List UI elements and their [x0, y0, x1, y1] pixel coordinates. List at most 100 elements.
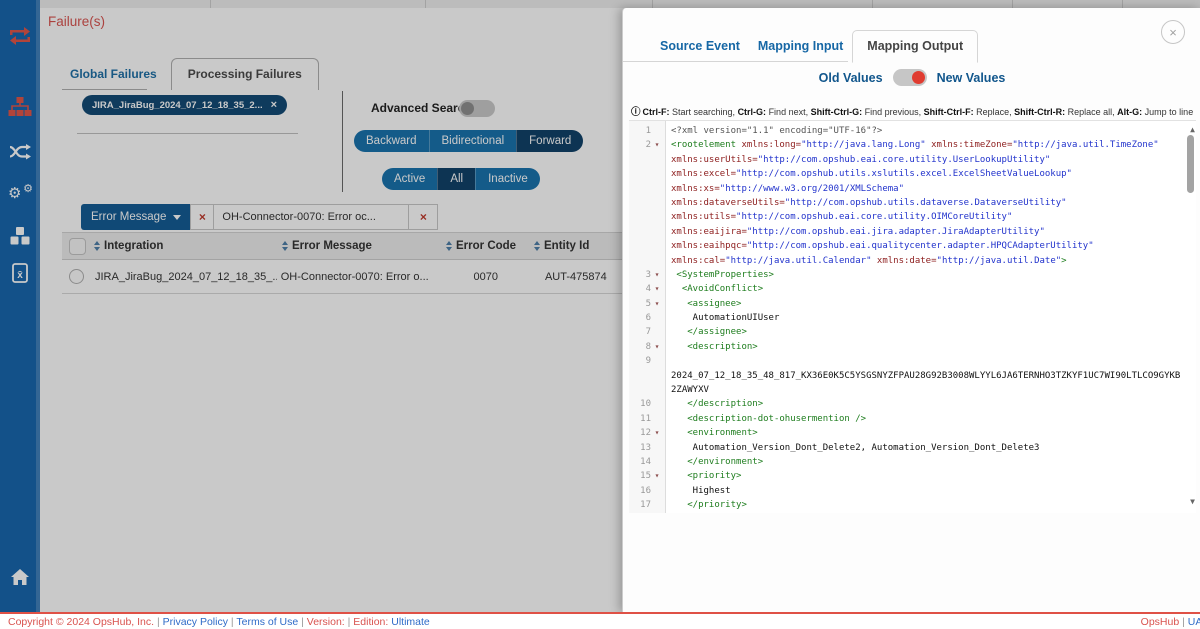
fold-icon[interactable]: ▾	[651, 469, 663, 483]
code-line: 12▾ <environment>	[629, 426, 1196, 440]
fold-icon	[651, 455, 663, 469]
line-number: 13	[629, 441, 651, 455]
fold-icon[interactable]: ▾	[651, 340, 663, 354]
line-number	[629, 239, 651, 253]
line-number	[629, 225, 651, 239]
line-number	[629, 383, 651, 397]
code-line: xmlns:utils="http://com.opshub.eai.core.…	[629, 210, 1196, 224]
fold-icon	[651, 254, 663, 268]
fold-icon	[651, 325, 663, 339]
fold-icon	[651, 153, 663, 167]
info-icon: ⓘ	[631, 107, 641, 118]
footer-left: Copyright © 2024 OpsHub, Inc. | Privacy …	[8, 616, 430, 628]
modal-tab-mapping-input[interactable]: Mapping Input	[749, 39, 852, 62]
fold-icon[interactable]: ▾	[651, 426, 663, 440]
close-icon[interactable]: ×	[1161, 20, 1185, 44]
scroll-down-icon[interactable]: ▼	[1190, 495, 1195, 509]
code-line: xmlns:dataverseUtils="http://com.opshub.…	[629, 196, 1196, 210]
fold-icon	[651, 196, 663, 210]
code-line: 2ZAWYXV	[629, 383, 1196, 397]
line-number: 15	[629, 469, 651, 483]
code-line: 9	[629, 354, 1196, 368]
fold-icon	[651, 225, 663, 239]
fold-icon	[651, 210, 663, 224]
code-line: 4▾ <AvoidConflict>	[629, 282, 1196, 296]
line-number: 5	[629, 297, 651, 311]
code-line: 6 AutomationUIUser	[629, 311, 1196, 325]
code-line: 15▾ <priority>	[629, 469, 1196, 483]
line-number: 8	[629, 340, 651, 354]
line-number: 7	[629, 325, 651, 339]
values-toggle-row: Old Values New Values	[623, 69, 1200, 86]
line-number: 17	[629, 498, 651, 512]
footer-text: Ultimate	[391, 616, 430, 628]
fold-icon[interactable]: ▾	[651, 297, 663, 311]
fold-icon	[651, 354, 663, 368]
line-number	[629, 167, 651, 181]
values-toggle[interactable]	[893, 69, 927, 86]
footer-text: Copyright © 2024 OpsHub, Inc.	[8, 616, 154, 628]
code-line: xmlns:cal="http://java.util.Calendar" xm…	[629, 254, 1196, 268]
fold-icon	[651, 311, 663, 325]
code-line: 14 </environment>	[629, 455, 1196, 469]
fold-icon	[651, 124, 663, 138]
footer: Copyright © 2024 OpsHub, Inc. | Privacy …	[0, 612, 1200, 629]
footer-link-privacy-policy[interactable]: Privacy Policy	[163, 616, 228, 628]
footer-text: |	[298, 616, 307, 628]
scrollbar-thumb[interactable]	[1187, 135, 1194, 193]
line-number: 3	[629, 268, 651, 282]
footer-link-terms-of-use[interactable]: Terms of Use	[236, 616, 298, 628]
footer-text: Edition:	[353, 616, 391, 628]
fold-icon[interactable]: ▾	[651, 268, 663, 282]
line-number	[629, 210, 651, 224]
editor-scrollbar[interactable]: ▲ ▼	[1184, 121, 1196, 513]
line-number	[629, 153, 651, 167]
fold-icon	[651, 484, 663, 498]
modal-tab-mapping-output[interactable]: Mapping Output	[852, 30, 978, 63]
code-line: 2024_07_12_18_35_48_817_KX36E0K5C5YSGSNY…	[629, 369, 1196, 383]
line-number	[629, 196, 651, 210]
fold-icon[interactable]: ▾	[651, 282, 663, 296]
fold-icon	[651, 167, 663, 181]
modal-tab-source-event[interactable]: Source Event	[651, 39, 749, 62]
code-line: xmlns:excel="http://com.opshub.utils.xsl…	[629, 167, 1196, 181]
footer-text: |	[345, 616, 354, 628]
line-number: 1	[629, 124, 651, 138]
footer-text: OpsHub	[1141, 616, 1180, 628]
code-line: 13 Automation_Version_Dont_Delete2, Auto…	[629, 441, 1196, 455]
fold-icon	[651, 369, 663, 383]
footer-text: |	[1179, 616, 1188, 628]
code-line: xmlns:userUtils="http://com.opshub.eai.c…	[629, 153, 1196, 167]
code-line: 11 <description-dot-ohusermention />	[629, 412, 1196, 426]
fold-icon	[651, 397, 663, 411]
line-number: 12	[629, 426, 651, 440]
line-number: 9	[629, 354, 651, 368]
modal-tabs: Source EventMapping InputMapping Output	[651, 32, 978, 62]
footer-text: Version:	[307, 616, 345, 628]
modal-tab-line	[623, 61, 848, 62]
old-values-label[interactable]: Old Values	[819, 71, 883, 85]
footer-right: OpsHub | UAT	[1141, 616, 1200, 628]
line-number: 4	[629, 282, 651, 296]
line-number	[629, 182, 651, 196]
line-number: 16	[629, 484, 651, 498]
footer-text: |	[154, 616, 163, 628]
fold-icon[interactable]: ▾	[651, 138, 663, 152]
fold-icon	[651, 383, 663, 397]
fold-icon	[651, 441, 663, 455]
line-number	[629, 369, 651, 383]
fold-icon	[651, 498, 663, 512]
xml-code-editor[interactable]: 1<?xml version="1.1" encoding="UTF-16"?>…	[629, 120, 1196, 513]
code-line: 5▾ <assignee>	[629, 297, 1196, 311]
fold-icon	[651, 239, 663, 253]
search-shortcuts-hint: ⓘCtrl-F: Start searching, Ctrl-G: Find n…	[631, 104, 1193, 118]
line-number: 14	[629, 455, 651, 469]
line-number: 6	[629, 311, 651, 325]
footer-text: UAT	[1188, 616, 1200, 628]
toggle-knob	[912, 71, 925, 84]
event-details-modal: × Source EventMapping InputMapping Outpu…	[622, 8, 1200, 612]
code-line: 17 </priority>	[629, 498, 1196, 512]
new-values-label[interactable]: New Values	[937, 71, 1006, 85]
code-line: xmlns:eaijira="http://com.opshub.eai.jir…	[629, 225, 1196, 239]
code-line: 1<?xml version="1.1" encoding="UTF-16"?>	[629, 124, 1196, 138]
